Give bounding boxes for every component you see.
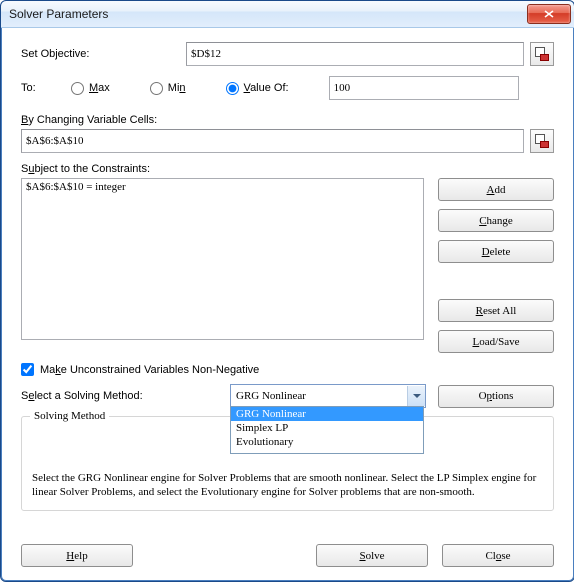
constraints-listbox[interactable]: $A$6:$A$10 = integer [21,178,424,340]
set-objective-label: Set Objective: [21,48,186,60]
to-label: To: [21,82,71,94]
close-icon[interactable] [527,4,571,24]
method-combo[interactable]: GRG Nonlinear GRG Nonlinear Simplex LP E… [230,384,424,408]
window-title: Solver Parameters [9,7,527,21]
radio-min-label: Min [168,82,186,94]
unconstrained-checkbox[interactable] [21,363,34,376]
radio-max-label: Max [89,82,110,94]
method-dropdown[interactable]: GRG Nonlinear Simplex LP Evolutionary [230,406,424,454]
add-button[interactable]: Add [438,178,554,201]
chevron-down-icon[interactable] [407,386,425,406]
changing-cells-input[interactable] [21,129,524,153]
radio-min[interactable]: Min [150,82,186,95]
method-combo-value: GRG Nonlinear [231,390,407,402]
method-option[interactable]: Evolutionary [231,435,423,449]
load-save-button[interactable]: Load/Save [438,330,554,353]
ref-picker-objective[interactable] [530,42,554,66]
method-option[interactable]: GRG Nonlinear [231,407,423,421]
radio-value-of[interactable]: Value Of: [226,82,289,95]
options-button[interactable]: Options [438,385,554,408]
radio-max[interactable]: Max [71,82,110,95]
title-bar: Solver Parameters [1,1,574,28]
range-ref-icon [535,134,549,148]
ref-picker-changing[interactable] [530,129,554,153]
constraints-label: Subject to the Constraints: [21,163,150,175]
method-option[interactable]: Simplex LP [231,421,423,435]
radio-max-input[interactable] [71,82,84,95]
solver-dialog: Solver Parameters Set Objective: To: Max… [0,0,574,582]
dialog-footer: Help Solve Close [1,530,574,581]
set-objective-input[interactable] [186,42,524,66]
group-title: Solving Method [30,410,109,422]
changing-cells-label: By Changing Variable Cells: [21,114,157,126]
radio-value-of-input[interactable] [226,82,239,95]
unconstrained-label: Make Unconstrained Variables Non-Negativ… [40,364,259,376]
constraint-item[interactable]: $A$6:$A$10 = integer [26,181,419,193]
change-button[interactable]: Change [438,209,554,232]
radio-min-input[interactable] [150,82,163,95]
range-ref-icon [535,47,549,61]
value-of-input[interactable] [329,76,519,100]
dialog-body: Set Objective: To: Max Min Value Of: By … [1,28,574,530]
reset-all-button[interactable]: Reset All [438,299,554,322]
solve-button[interactable]: Solve [316,544,428,567]
method-description: Select the GRG Nonlinear engine for Solv… [32,471,543,500]
help-button[interactable]: Help [21,544,133,567]
close-button[interactable]: Close [442,544,554,567]
delete-button[interactable]: Delete [438,240,554,263]
radio-value-of-label: Value Of: [244,82,289,94]
select-method-label: Select a Solving Method: [21,390,216,402]
